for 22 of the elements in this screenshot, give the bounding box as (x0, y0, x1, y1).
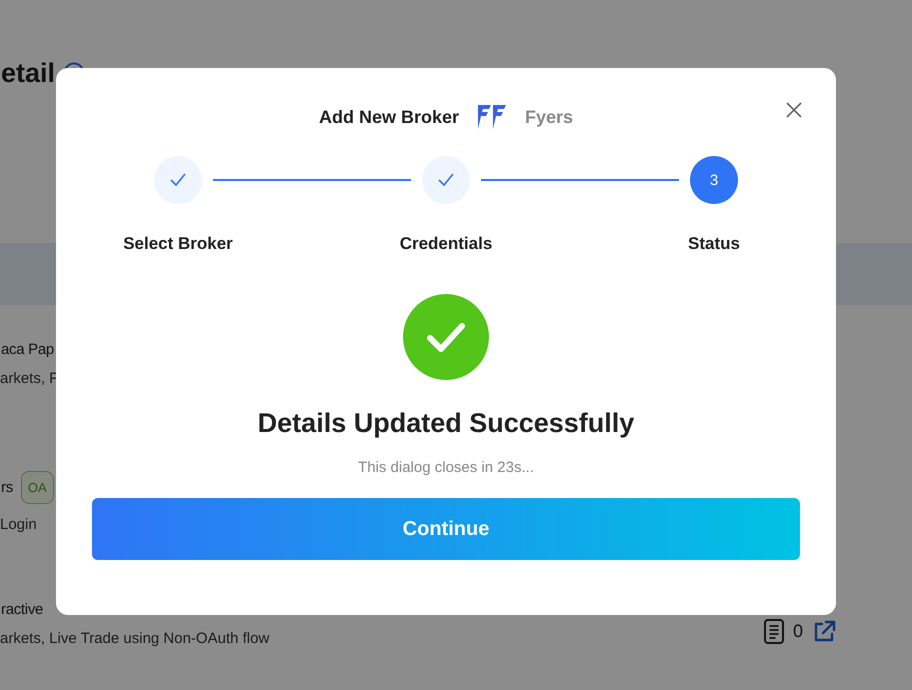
step-label: Status (688, 234, 740, 254)
broker-logo-icon (476, 104, 507, 130)
dialog-title: Add New Broker (318, 106, 459, 128)
step-label: Credentials (400, 234, 492, 254)
document-icon[interactable] (764, 619, 784, 644)
broker-description: arkets, Live Trade using Non-OAuth flow (0, 630, 270, 647)
tag: OA (20, 471, 54, 504)
close-button[interactable] (786, 102, 802, 118)
broker-name: aca Pap (1, 341, 54, 358)
broker-name: rs (1, 479, 13, 496)
step-indicator: 3 (690, 156, 738, 204)
broker-name: ractive (1, 601, 44, 618)
success-check-icon (403, 294, 489, 380)
broker-description: Login (0, 516, 37, 533)
success-heading: Details Updated Successfully (258, 408, 634, 439)
broker-name: Fyers (524, 106, 574, 128)
external-link-icon[interactable] (812, 620, 836, 644)
count: 0 (792, 621, 803, 642)
countdown-text: This dialog closes in 23s... (358, 459, 534, 476)
page-title: etail (1, 58, 56, 89)
continue-button[interactable]: Continue (92, 498, 800, 560)
step-label: Select Broker (123, 234, 233, 254)
